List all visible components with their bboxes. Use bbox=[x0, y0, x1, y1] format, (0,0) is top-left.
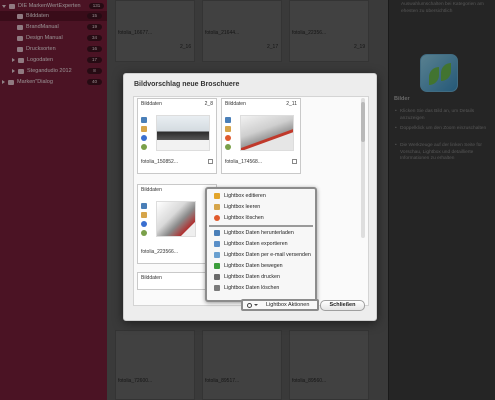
lightbox-actions-menu: Lightbox editieren Lightbox leeren Light… bbox=[205, 187, 317, 302]
menu-item-label: Lightbox editieren bbox=[224, 193, 266, 199]
zoom-icon[interactable] bbox=[141, 144, 147, 150]
card-filename: fotolia_223566... bbox=[141, 249, 178, 255]
lightbox-card[interactable]: Bilddaten 2_8 fotolia_150852... bbox=[137, 98, 217, 174]
card-number: 2_11 bbox=[286, 101, 297, 107]
menu-item-label: Lightbox Daten löschen bbox=[224, 285, 280, 291]
preview-icon[interactable] bbox=[141, 203, 147, 209]
dialog-title: Bildvorschlag neue Broschuere bbox=[134, 81, 240, 88]
menu-item-lightbox-leeren[interactable]: Lightbox leeren bbox=[209, 202, 313, 212]
menu-item-daten-drucken[interactable]: Lightbox Daten drucken bbox=[209, 272, 313, 282]
preview-icon[interactable] bbox=[141, 117, 147, 123]
menu-item-label: Lightbox leeren bbox=[224, 204, 261, 210]
lightbox-actions-button[interactable]: Lightbox Aktionen bbox=[241, 299, 319, 311]
preview-icon[interactable] bbox=[225, 117, 231, 123]
card-checkbox[interactable] bbox=[292, 159, 297, 164]
card-tools bbox=[141, 117, 148, 153]
menu-item-daten-herunterladen[interactable]: Lightbox Daten herunterladen bbox=[209, 228, 313, 238]
card-filename: fotolia_174568... bbox=[225, 159, 262, 165]
card-checkbox[interactable] bbox=[208, 159, 213, 164]
card-filename: fotolia_150852... bbox=[141, 159, 178, 165]
zoom-icon[interactable] bbox=[225, 144, 231, 150]
card-tools bbox=[141, 203, 148, 239]
lightbox-card[interactable]: Bilddaten 2_11 fotolia_174568... bbox=[221, 98, 301, 174]
chevron-down-icon bbox=[254, 304, 258, 306]
card-tools bbox=[225, 117, 232, 153]
edit-icon[interactable] bbox=[225, 126, 231, 132]
menu-item-daten-bewegen[interactable]: Lightbox Daten bewegen bbox=[209, 261, 313, 271]
scrollbar-thumb[interactable] bbox=[361, 102, 365, 142]
export-icon bbox=[214, 241, 220, 247]
delete-icon[interactable] bbox=[225, 135, 231, 141]
card-category: Bilddaten bbox=[141, 187, 162, 193]
card-image[interactable] bbox=[156, 115, 210, 151]
mail-icon bbox=[214, 252, 220, 258]
print-icon bbox=[214, 274, 220, 280]
menu-item-daten-exportieren[interactable]: Lightbox Daten exportieren bbox=[209, 239, 313, 249]
menu-item-daten-email[interactable]: Lightbox Daten per e-mail versenden bbox=[209, 250, 313, 260]
pencil-icon bbox=[214, 193, 220, 199]
broom-icon bbox=[214, 204, 220, 210]
menu-item-label: Lightbox Daten drucken bbox=[224, 274, 280, 280]
menu-item-lightbox-editieren[interactable]: Lightbox editieren bbox=[209, 191, 313, 201]
actions-button-label: Lightbox Aktionen bbox=[266, 302, 310, 308]
download-icon bbox=[214, 230, 220, 236]
card-category: Bilddaten bbox=[225, 101, 246, 107]
info-icon[interactable] bbox=[141, 221, 147, 227]
gear-icon bbox=[247, 302, 252, 308]
menu-separator bbox=[209, 225, 313, 227]
card-category: Bilddaten bbox=[141, 275, 162, 281]
edit-icon[interactable] bbox=[141, 126, 147, 132]
move-icon bbox=[214, 263, 220, 269]
edit-icon[interactable] bbox=[141, 212, 147, 218]
trash-icon bbox=[214, 285, 220, 291]
menu-item-label: Lightbox Daten per e-mail versenden bbox=[224, 252, 311, 258]
card-category: Bilddaten bbox=[141, 101, 162, 107]
dialog-scrollbar[interactable] bbox=[361, 98, 365, 238]
menu-item-label: Lightbox Daten exportieren bbox=[224, 241, 288, 247]
menu-item-label: Lightbox Daten bewegen bbox=[224, 263, 283, 269]
zoom-icon[interactable] bbox=[141, 230, 147, 236]
menu-item-label: Lightbox Daten herunterladen bbox=[224, 230, 294, 236]
card-image[interactable] bbox=[156, 201, 196, 237]
menu-item-lightbox-loeschen[interactable]: Lightbox löschen bbox=[209, 213, 313, 223]
close-button[interactable]: Schließen bbox=[320, 300, 365, 311]
card-image[interactable] bbox=[240, 115, 294, 151]
menu-item-label: Lightbox löschen bbox=[224, 215, 264, 221]
card-number: 2_8 bbox=[204, 101, 213, 107]
menu-item-daten-loeschen[interactable]: Lightbox Daten löschen bbox=[209, 283, 313, 293]
delete-icon bbox=[214, 215, 220, 221]
info-icon[interactable] bbox=[141, 135, 147, 141]
